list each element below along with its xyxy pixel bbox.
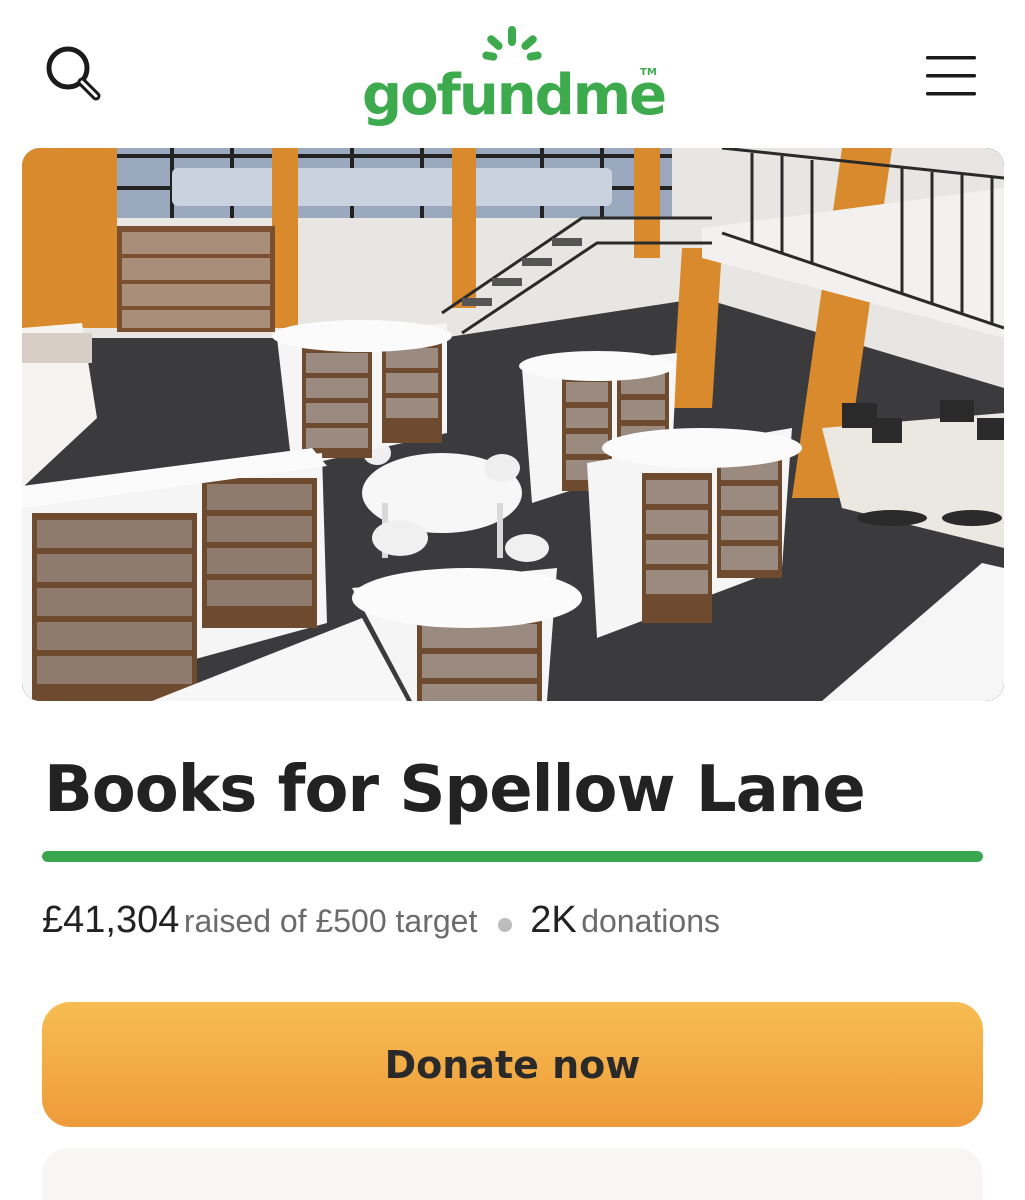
gofundme-logo[interactable]: gofundme TM (362, 22, 667, 132)
logo-wordmark: gofundme (362, 63, 667, 128)
campaign-hero-image (22, 148, 1004, 701)
donations-label: donations (581, 903, 720, 939)
donate-now-button[interactable]: Donate now (42, 1002, 983, 1127)
separator-dot (497, 917, 512, 932)
funding-progress-fill (42, 851, 983, 862)
donations-count: 2K (530, 899, 577, 941)
search-icon (46, 46, 101, 101)
funding-progress-bar (42, 851, 983, 862)
funding-stats: £41,304 raised of £500 target 2K donatio… (42, 895, 992, 945)
menu-button[interactable] (920, 48, 984, 104)
raised-amount: £41,304 (42, 899, 180, 941)
site-header: gofundme TM (0, 0, 1025, 140)
share-card (42, 1148, 983, 1200)
sun-icon (482, 26, 542, 61)
search-button[interactable] (40, 40, 110, 110)
campaign-page: gofundme TM Books for Spellow Lane £41,3… (0, 0, 1025, 1200)
logo-trademark: TM (640, 67, 657, 78)
campaign-title: Books for Spellow Lane (44, 753, 866, 827)
hamburger-menu-icon (926, 56, 976, 96)
library-interior-image (22, 148, 1004, 701)
raised-target-text: raised of £500 target (183, 903, 478, 939)
